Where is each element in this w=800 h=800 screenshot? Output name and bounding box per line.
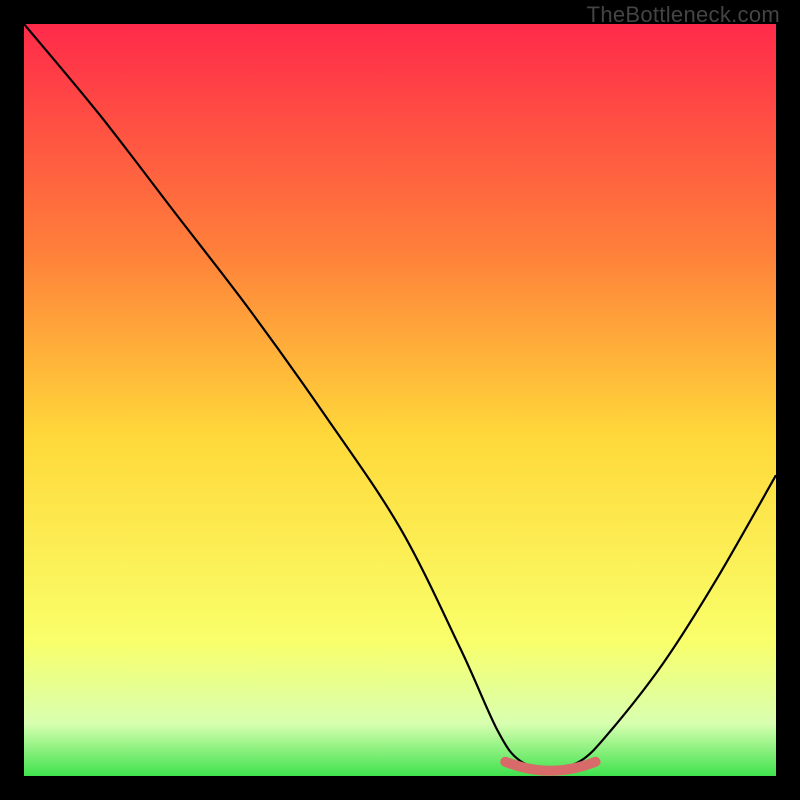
- chart-frame: TheBottleneck.com: [0, 0, 800, 800]
- plot-area: [24, 24, 776, 776]
- bottleneck-chart: [24, 24, 776, 776]
- watermark-text: TheBottleneck.com: [587, 2, 780, 28]
